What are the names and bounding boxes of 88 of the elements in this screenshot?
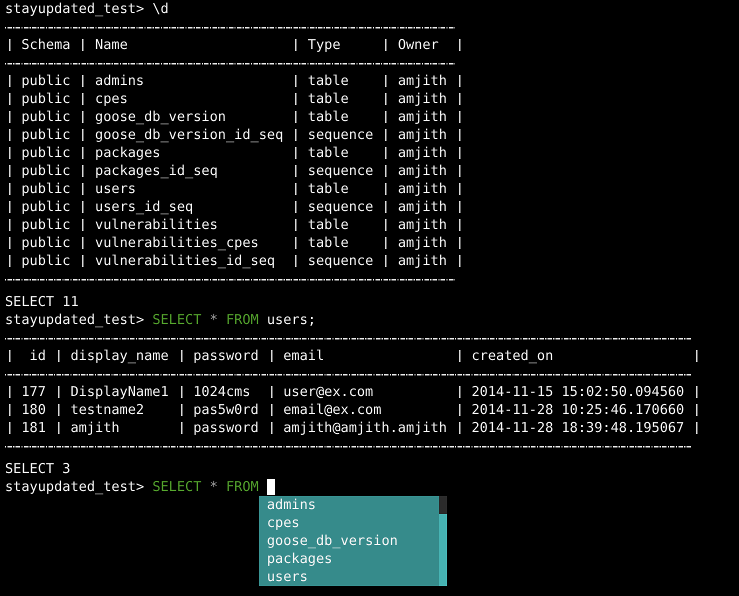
- table-cell: table: [308, 145, 349, 161]
- table-cell: amjith: [398, 217, 447, 233]
- table-cell: public: [21, 145, 70, 161]
- table-cell: vulnerabilities_id_seq: [95, 253, 276, 269]
- table-cell: amjith: [398, 199, 447, 215]
- prompt-text: stayupdated_test>: [5, 0, 144, 18]
- table-cell: table: [308, 73, 349, 89]
- column-header: id: [30, 348, 46, 364]
- table-cell: goose_db_version_id_seq: [95, 127, 284, 143]
- column-header: display_name: [70, 348, 169, 364]
- prompt-text: stayupdated_test>: [5, 311, 144, 329]
- table-cell: table: [308, 181, 349, 197]
- table-cell: 1024cms: [193, 384, 250, 400]
- status-text: SELECT 3: [5, 460, 70, 478]
- table-cell: packages_id_seq: [95, 163, 218, 179]
- sql-operator: *: [210, 478, 218, 496]
- completion-item[interactable]: packages: [258, 550, 439, 568]
- table-cell: public: [21, 235, 70, 251]
- table-cell: amjith: [398, 91, 447, 107]
- column-header: Schema: [21, 37, 70, 53]
- table-cell: user@ex.com: [283, 384, 374, 400]
- table-cell: 181: [21, 420, 46, 436]
- table-cell: public: [21, 199, 70, 215]
- table-cell: public: [21, 73, 70, 89]
- column-header: Name: [95, 37, 128, 53]
- table-cell: vulnerabilities: [95, 217, 218, 233]
- completion-item[interactable]: users: [258, 568, 439, 586]
- table-cell: 2014-11-15 15:02:50.094560: [471, 384, 684, 400]
- table-cell: DisplayName1: [70, 384, 169, 400]
- table-cell: public: [21, 253, 70, 269]
- table-cell: amjith: [398, 181, 447, 197]
- table-cell: amjith: [398, 253, 447, 269]
- table-cell: amjith: [398, 73, 447, 89]
- table-cell: public: [21, 91, 70, 107]
- column-header: password: [193, 348, 259, 364]
- scrollbar-thumb[interactable]: [438, 496, 447, 514]
- table-cell: sequence: [308, 127, 374, 143]
- table-cell: public: [21, 181, 70, 197]
- table-cell: amjith: [398, 109, 447, 125]
- table-cell: goose_db_version: [95, 109, 226, 125]
- status-text: SELECT 11: [5, 293, 79, 311]
- table-cell: amjith: [398, 163, 447, 179]
- table-cell: amjith@amjith.amjith: [283, 420, 447, 436]
- completion-item[interactable]: cpes: [258, 514, 439, 532]
- completion-item[interactable]: goose_db_version: [258, 532, 439, 550]
- table-cell: 177: [21, 384, 46, 400]
- sql-operator: *: [210, 311, 218, 329]
- table-cell: sequence: [308, 163, 374, 179]
- table-cell: public: [21, 109, 70, 125]
- table-cell: packages: [95, 145, 160, 161]
- table-cell: 2014-11-28 10:25:46.170660: [471, 402, 684, 418]
- table-cell: sequence: [308, 199, 374, 215]
- table-cell: public: [21, 217, 70, 233]
- table-cell: amjith: [70, 420, 120, 436]
- table-cell: 180: [21, 402, 46, 418]
- command-text: users;: [266, 311, 316, 329]
- table-cell: public: [21, 127, 70, 143]
- table-cell: pas5w0rd: [193, 402, 259, 418]
- column-header: email: [283, 348, 324, 364]
- command-text: \d: [152, 0, 169, 18]
- table-cell: sequence: [308, 253, 374, 269]
- table-cell: table: [308, 217, 349, 233]
- table-cell: password: [193, 420, 259, 436]
- table-cell: table: [308, 235, 349, 251]
- scrollbar[interactable]: [438, 496, 447, 586]
- sql-keyword: SELECT: [152, 478, 202, 496]
- table-cell: 2014-11-28 18:39:48.195067: [471, 420, 684, 436]
- sql-keyword: SELECT: [152, 311, 202, 329]
- table-cell: users: [95, 181, 136, 197]
- column-header: Type: [308, 37, 341, 53]
- sql-keyword: FROM: [226, 311, 259, 329]
- table-cell: amjith: [398, 127, 447, 143]
- table-cell: admins: [95, 73, 144, 89]
- table-cell: table: [308, 91, 349, 107]
- table-cell: cpes: [95, 91, 128, 107]
- table-cell: email@ex.com: [283, 402, 382, 418]
- table-cell: testname2: [70, 402, 144, 418]
- table-cell: users_id_seq: [95, 199, 194, 215]
- table-cell: vulnerabilities_cpes: [95, 235, 259, 251]
- table-cell: amjith: [398, 235, 447, 251]
- table-cell: public: [21, 163, 70, 179]
- sql-keyword: FROM: [226, 478, 259, 496]
- completion-item[interactable]: admins: [258, 496, 439, 514]
- column-header: created_on: [471, 348, 554, 364]
- table-cell: table: [308, 109, 349, 125]
- column-header: Owner: [398, 37, 439, 53]
- table-cell: amjith: [398, 145, 447, 161]
- prompt-text: stayupdated_test>: [5, 478, 144, 496]
